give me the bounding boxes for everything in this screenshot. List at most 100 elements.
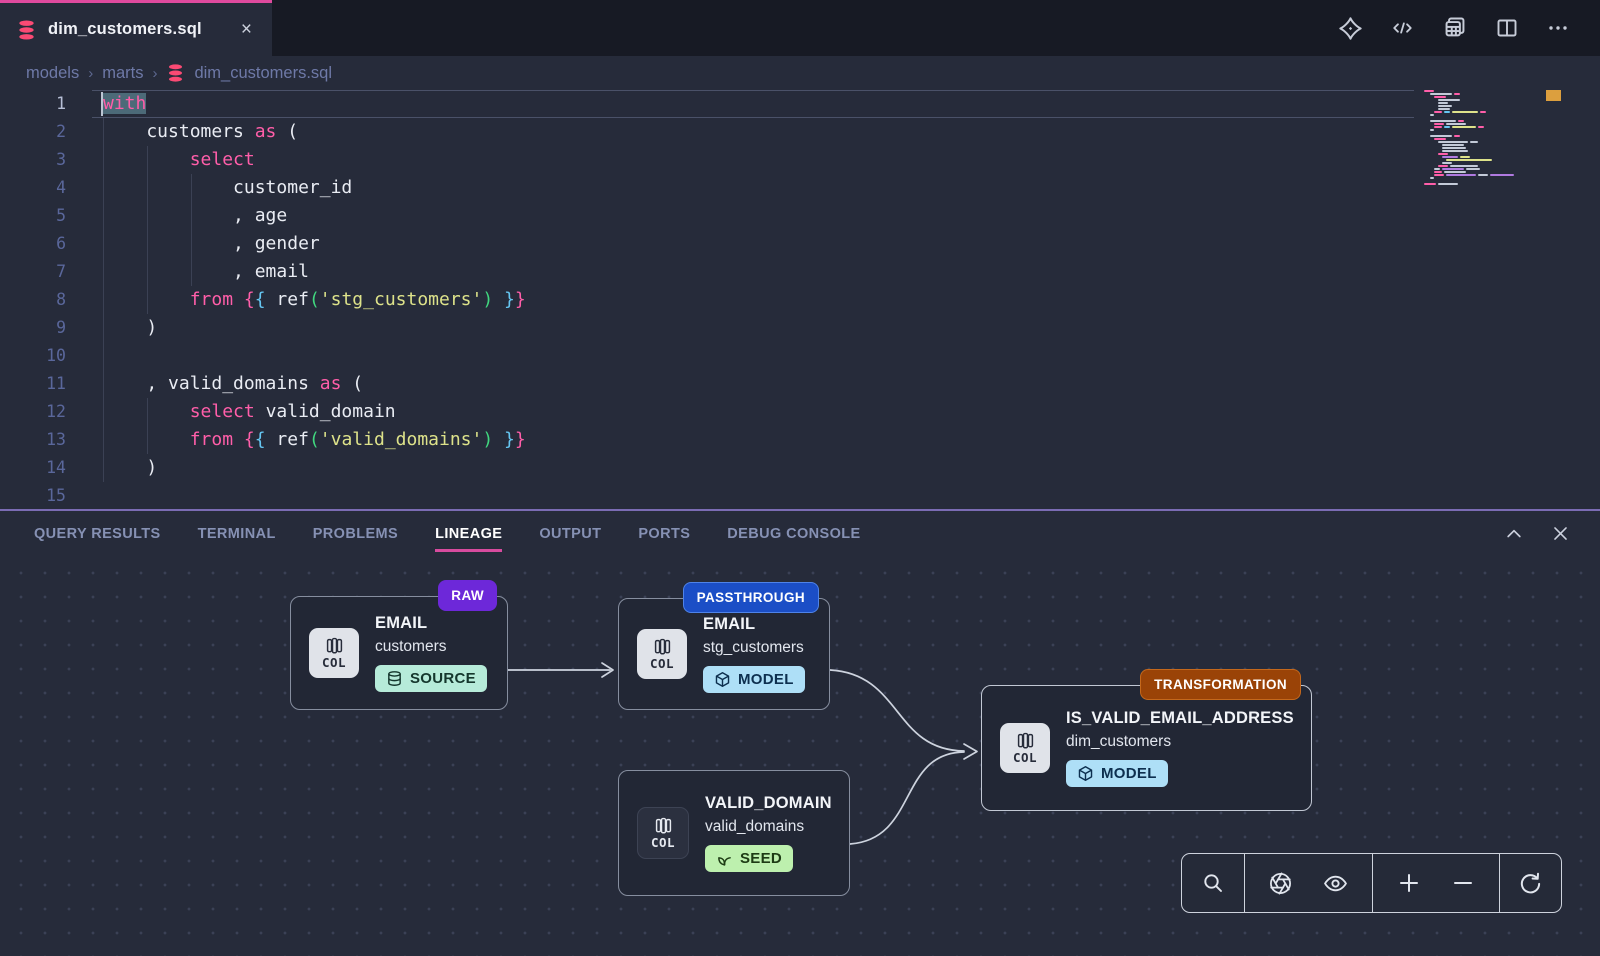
code-text: ) [103,314,157,342]
lineage-node-stg_customers[interactable]: PASSTHROUGHCOL EMAIL stg_customers MODEL [618,598,830,710]
code-line[interactable]: 1 with [0,90,1600,118]
code-line[interactable]: 5 , age [0,202,1600,230]
code-line[interactable]: 10 [0,342,1600,370]
code-text: ) [103,454,157,482]
lineage-toolbar [1181,853,1562,913]
indent-guide [103,118,104,482]
code-text: , valid_domains as ( [103,370,363,398]
minimap[interactable] [1424,90,1530,186]
code-view-icon[interactable] [1390,17,1415,39]
node-column-name: VALID_DOMAIN [705,794,832,813]
line-number: 3 [0,146,66,174]
code-line[interactable]: 2 customers as ( [0,118,1600,146]
line-number: 7 [0,258,66,286]
column-chip: COL [637,629,687,679]
eye-icon[interactable] [1316,865,1355,902]
line-number: 4 [0,174,66,202]
panel-tab-problems[interactable]: PROBLEMS [313,516,398,552]
line-number: 12 [0,398,66,426]
editor-header-actions [1338,0,1600,56]
code-text: from {{ ref('stg_customers') }} [103,286,526,314]
resource-type-badge: SOURCE [375,665,487,692]
line-number: 1 [0,90,66,118]
panel-tab-debug-console[interactable]: DEBUG CONSOLE [727,516,860,552]
code-line[interactable]: 8 from {{ ref('stg_customers') }} [0,286,1600,314]
lineage-canvas[interactable]: RAWCOL EMAIL customers SOURCE PASSTHROUG… [0,556,1600,956]
column-chip: COL [637,807,689,859]
panel-tab-ports[interactable]: PORTS [638,516,690,552]
breadcrumb-item-marts[interactable]: marts [102,64,143,83]
panel-tab-query-results[interactable]: QUERY RESULTS [34,516,161,552]
search-icon[interactable] [1195,865,1231,901]
indent-guide [191,174,192,286]
code-text: customer_id [103,174,352,202]
seed-icon [716,850,733,867]
more-actions-icon[interactable] [1546,16,1570,40]
source-icon [386,670,403,687]
database-icon [166,63,185,83]
node-model-name: dim_customers [1066,733,1171,751]
node-model-name: stg_customers [703,639,804,657]
editor-tab-bar: dim_customers.sql × [0,0,1600,56]
code-line[interactable]: 14 ) [0,454,1600,482]
breadcrumb: models › marts › dim_customers.sql [0,56,1600,90]
panel-tab-output[interactable]: OUTPUT [539,516,601,552]
code-text: customers as ( [103,118,298,146]
code-line[interactable]: 15 [0,482,1600,510]
panel-tab-lineage[interactable]: LINEAGE [435,516,502,552]
code-line[interactable]: 13 from {{ ref('valid_domains') }} [0,426,1600,454]
line-number: 11 [0,370,66,398]
zoom-out-icon[interactable] [1445,865,1481,901]
chevron-up-icon[interactable] [1504,524,1524,544]
lineage-node-dim_customers[interactable]: TRANSFORMATIONCOL IS_VALID_EMAIL_ADDRESS… [981,685,1312,811]
line-number: 15 [0,482,66,510]
tab-close-icon[interactable]: × [237,18,256,41]
breadcrumb-item-models[interactable]: models [26,64,79,83]
code-text: , email [103,258,309,286]
line-number: 5 [0,202,66,230]
lineage-type-tag: PASSTHROUGH [683,582,819,613]
dbt-logo-icon[interactable] [1338,16,1363,41]
breadcrumb-item-file[interactable]: dim_customers.sql [194,64,332,83]
code-text: , gender [103,230,320,258]
ide-window: dim_customers.sql × [0,0,1600,956]
panel-tab-terminal[interactable]: TERMINAL [198,516,276,552]
code-line[interactable]: 12 select valid_domain [0,398,1600,426]
refresh-icon[interactable] [1512,865,1549,902]
resource-type-badge: MODEL [703,666,805,693]
split-editor-icon[interactable] [1495,16,1519,40]
lineage-node-valid_domains[interactable]: COL VALID_DOMAIN valid_domains SEED [618,770,850,896]
indent-guide [147,398,148,454]
zoom-in-icon[interactable] [1391,865,1427,901]
code-lines: 1 with2 customers as (3 select4 customer_… [0,90,1600,510]
code-text: with [103,90,146,118]
lineage-type-tag: RAW [438,580,497,611]
code-editor[interactable]: 1 with2 customers as (3 select4 customer_… [0,90,1600,510]
model-icon [714,671,731,688]
node-column-name: EMAIL [703,615,755,634]
tab-title: dim_customers.sql [48,20,226,39]
line-number: 14 [0,454,66,482]
code-line[interactable]: 9 ) [0,314,1600,342]
aperture-icon[interactable] [1262,865,1299,902]
code-line[interactable]: 11 , valid_domains as ( [0,370,1600,398]
code-line[interactable]: 7 , email [0,258,1600,286]
code-line[interactable]: 4 customer_id [0,174,1600,202]
indent-guide [147,146,148,314]
code-line[interactable]: 3 select [0,146,1600,174]
line-number: 10 [0,342,66,370]
scrollbar-marker [1546,90,1561,101]
line-number: 9 [0,314,66,342]
panel-header: QUERY RESULTS TERMINAL PROBLEMS LINEAGE OUTP… [0,511,1600,556]
node-column-name: IS_VALID_EMAIL_ADDRESS [1066,709,1294,728]
code-line[interactable]: 6 , gender [0,230,1600,258]
node-model-name: valid_domains [705,818,804,836]
close-icon[interactable] [1551,524,1570,543]
code-text: , age [103,202,287,230]
tab-dim-customers[interactable]: dim_customers.sql × [0,0,272,56]
database-icon [16,19,37,41]
lineage-node-customers[interactable]: RAWCOL EMAIL customers SOURCE [290,596,508,710]
model-icon [1077,765,1094,782]
node-column-name: EMAIL [375,614,427,633]
copy-table-icon[interactable] [1442,15,1468,41]
